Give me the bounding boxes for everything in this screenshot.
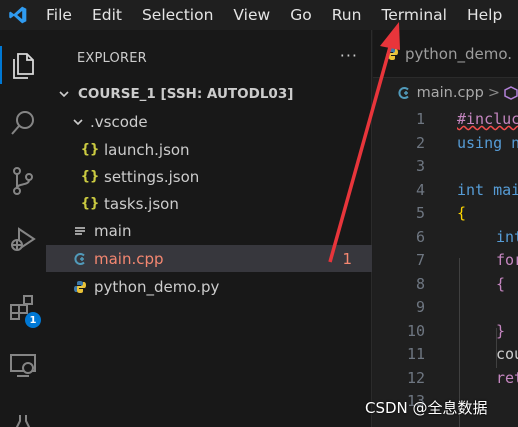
file-main-cpp[interactable]: main.cpp 1 xyxy=(46,245,372,272)
tab-python-demo[interactable]: python_demo. xyxy=(373,30,512,78)
code-line: 7for xyxy=(415,251,518,269)
testing-icon[interactable] xyxy=(0,400,46,427)
json-file-icon: {} xyxy=(80,196,100,211)
vscode-logo-icon xyxy=(4,0,32,30)
workspace-root-label: COURSE_1 [SSH: AUTODL03] xyxy=(78,85,294,102)
file-tasks-json[interactable]: {} tasks.json xyxy=(46,190,372,217)
problems-count-badge: 1 xyxy=(342,249,352,268)
code-line: 2 using n xyxy=(415,133,518,152)
code-line: 12ret xyxy=(406,368,518,387)
text-file-icon xyxy=(70,226,90,236)
menu-view[interactable]: View xyxy=(223,0,280,30)
cpp-file-icon xyxy=(397,86,411,100)
python-file-icon xyxy=(385,47,399,61)
breadcrumb: main.cpp > xyxy=(373,78,518,108)
code-line: 1 #incluc xyxy=(415,110,518,128)
menu-edit[interactable]: Edit xyxy=(82,0,132,30)
file-python-demo[interactable]: python_demo.py xyxy=(46,273,372,300)
menu-terminal[interactable]: Terminal xyxy=(371,0,457,30)
extensions-icon[interactable]: 1 xyxy=(0,284,46,330)
tab-python-demo-label: python_demo. xyxy=(405,44,513,63)
json-file-icon: {} xyxy=(80,142,100,157)
workspace-root-folder[interactable]: COURSE_1 [SSH: AUTODL03] xyxy=(46,80,372,107)
code-line: 5{ xyxy=(415,204,467,222)
code-line: 10} xyxy=(406,321,506,340)
extensions-badge: 1 xyxy=(25,312,41,328)
file-launch-json-label: launch.json xyxy=(104,140,190,159)
chevron-down-icon xyxy=(70,116,86,128)
explorer-header: EXPLORER ··· xyxy=(46,30,372,86)
editor-tab-bar: python_demo. xyxy=(373,30,518,78)
editor-area: python_demo. main.cpp > 1 #incluc 2 using … xyxy=(373,30,518,427)
file-settings-json[interactable]: {} settings.json xyxy=(46,163,372,190)
activity-bar: 1 xyxy=(0,30,46,427)
folder-vscode[interactable]: .vscode xyxy=(46,108,372,135)
title-bar: File Edit Selection View Go Run Terminal… xyxy=(0,0,518,30)
file-launch-json[interactable]: {} launch.json xyxy=(46,136,372,163)
menu-file[interactable]: File xyxy=(32,0,82,30)
symbol-icon[interactable] xyxy=(504,86,518,100)
python-file-icon xyxy=(70,280,90,294)
code-line: 4 int mai xyxy=(415,180,518,199)
folder-vscode-label: .vscode xyxy=(90,112,148,131)
more-actions-icon[interactable]: ··· xyxy=(340,46,358,65)
menu-selection[interactable]: Selection xyxy=(132,0,223,30)
file-main-label: main xyxy=(94,221,132,240)
cpp-file-icon xyxy=(70,252,90,266)
breadcrumb-file[interactable]: main.cpp xyxy=(417,85,484,101)
code-line: 11cou xyxy=(406,345,518,363)
run-debug-icon[interactable] xyxy=(0,216,46,262)
json-file-icon: {} xyxy=(80,169,100,184)
explorer-title: EXPLORER xyxy=(77,50,147,66)
code-line: 9 xyxy=(415,298,425,316)
file-tasks-json-label: tasks.json xyxy=(104,194,179,213)
file-python-demo-label: python_demo.py xyxy=(94,277,220,296)
code-line: 8{ xyxy=(415,274,506,293)
file-main-cpp-label: main.cpp xyxy=(94,249,164,268)
chevron-down-icon xyxy=(56,88,72,100)
files-icon[interactable] xyxy=(0,42,46,88)
file-settings-json-label: settings.json xyxy=(104,167,200,186)
explorer-sidebar: EXPLORER ··· COURSE_1 [SSH: AUTODL03] .v… xyxy=(46,30,372,427)
code-line: 3 xyxy=(415,157,425,175)
remote-explorer-icon[interactable] xyxy=(0,342,46,388)
breadcrumb-separator: > xyxy=(487,85,500,101)
menu-run[interactable]: Run xyxy=(322,0,372,30)
menu-help[interactable]: Help xyxy=(457,0,512,30)
file-main[interactable]: main xyxy=(46,217,372,244)
source-control-icon[interactable] xyxy=(0,158,46,204)
search-icon[interactable] xyxy=(0,100,46,146)
watermark: CSDN @全息数据 xyxy=(365,399,488,417)
menu-go[interactable]: Go xyxy=(280,0,322,30)
code-line: 6int xyxy=(415,227,518,246)
